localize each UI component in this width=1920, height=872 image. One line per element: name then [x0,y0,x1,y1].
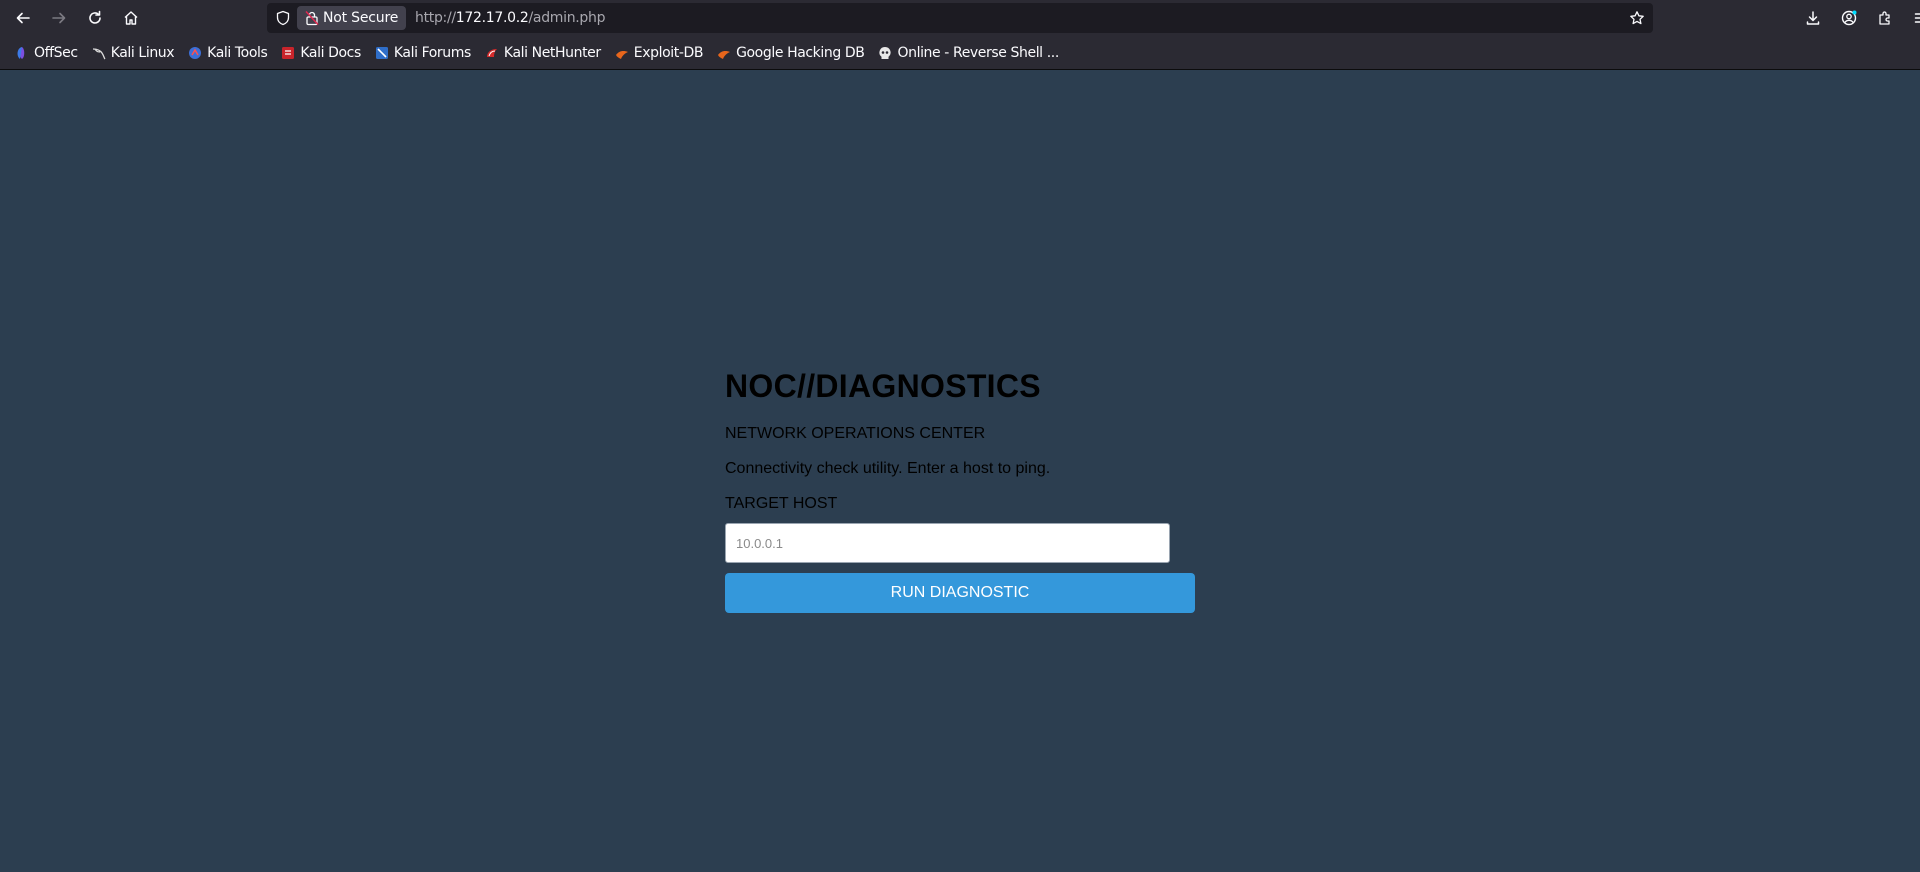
nethunter-icon [484,45,500,61]
url-protocol: http:// [415,10,456,26]
page-title: NOC//DIAGNOSTICS [725,368,1041,404]
exploit-db-icon [614,45,630,61]
bookmark-label: Kali NetHunter [503,44,601,61]
back-arrow-icon [16,12,30,24]
bookmark-label: Kali Linux [110,44,175,61]
hamburger-menu-icon [1914,13,1920,23]
url-path: /admin.php [528,10,606,26]
tracking-protection-shield-icon[interactable] [275,10,291,26]
account-button[interactable] [1831,0,1867,36]
bookmark-label: Google Hacking DB [736,44,865,61]
bookmark-label: Exploit-DB [633,44,704,61]
bookmark-label: Kali Tools [207,44,268,61]
puzzle-icon [1879,11,1890,25]
bookmark-offsec[interactable]: OffSec [10,41,82,65]
reload-icon [89,10,101,24]
kali-docs-icon [280,45,296,61]
not-secure-indicator[interactable]: Not Secure [297,6,407,30]
bookmark-kali-forums[interactable]: Kali Forums [370,41,475,65]
ghdb-icon [716,45,732,61]
bookmark-kali-tools[interactable]: Kali Tools [183,41,271,65]
not-secure-label: Not Secure [323,10,399,26]
account-icon [1841,10,1857,26]
insecure-lock-icon [305,10,319,26]
page-subtitle: NETWORK OPERATIONS CENTER [725,425,986,442]
bookmark-label: Kali Docs [300,44,361,61]
bookmark-label: Kali Forums [393,44,471,61]
bookmark-exploit-db[interactable]: Exploit-DB [610,41,707,65]
browser-toolbar: Not Secure http://172.17.0.2/admin.php [0,0,1920,36]
bookmark-label: Online - Reverse Shell ... [897,44,1059,61]
bookmark-kali-linux[interactable]: Kali Linux [87,41,178,65]
home-icon [124,11,138,25]
bookmark-label: OffSec [34,44,78,61]
downloads-button[interactable] [1795,0,1831,36]
run-diagnostic-button[interactable]: RUN DIAGNOSTIC [725,573,1195,613]
kali-forums-icon [374,45,390,61]
bookmark-google-hacking-db[interactable]: Google Hacking DB [712,41,868,65]
reload-button[interactable] [77,0,113,36]
bookmark-reverse-shell[interactable]: Online - Reverse Shell ... [873,41,1062,65]
offsec-icon [14,45,30,61]
kali-dragon-icon [91,45,107,61]
forward-arrow-icon [52,12,66,24]
bookmark-star-icon[interactable] [1629,10,1645,26]
skull-icon [877,45,893,61]
bookmark-kali-docs[interactable]: Kali Docs [276,41,364,65]
diagnostics-panel: NOC//DIAGNOSTICS NETWORK OPERATIONS CENT… [725,366,1195,613]
extensions-button[interactable] [1867,0,1903,36]
target-host-input[interactable] [725,523,1170,563]
bookmark-kali-nethunter[interactable]: Kali NetHunter [480,41,605,65]
download-icon [1806,11,1820,25]
url-text[interactable]: http://172.17.0.2/admin.php [415,3,605,33]
back-button[interactable] [5,0,41,36]
home-button[interactable] [113,0,149,36]
address-bar[interactable]: Not Secure http://172.17.0.2/admin.php [267,3,1653,33]
target-host-label: TARGET HOST [725,495,838,512]
page-description: Connectivity check utility. Enter a host… [725,460,1051,477]
url-host: 172.17.0.2 [455,10,529,26]
bookmarks-toolbar: OffSec Kali Linux Kali Tools Kali Docs K… [0,36,1920,70]
kali-tools-icon [187,45,203,61]
menu-button[interactable] [1903,0,1920,36]
forward-button[interactable] [41,0,77,36]
